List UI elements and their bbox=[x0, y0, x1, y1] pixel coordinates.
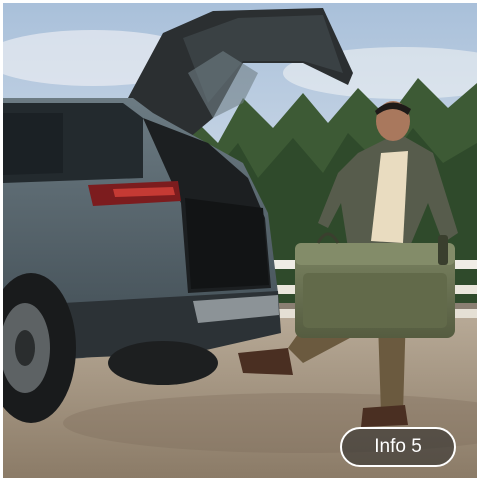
rear-wheel-far bbox=[108, 341, 218, 385]
person-shoe-right bbox=[361, 405, 408, 427]
info-button[interactable]: Info 5 bbox=[340, 427, 456, 467]
vehicle-photo bbox=[3, 3, 477, 478]
image-card: Info 5 bbox=[3, 3, 477, 478]
